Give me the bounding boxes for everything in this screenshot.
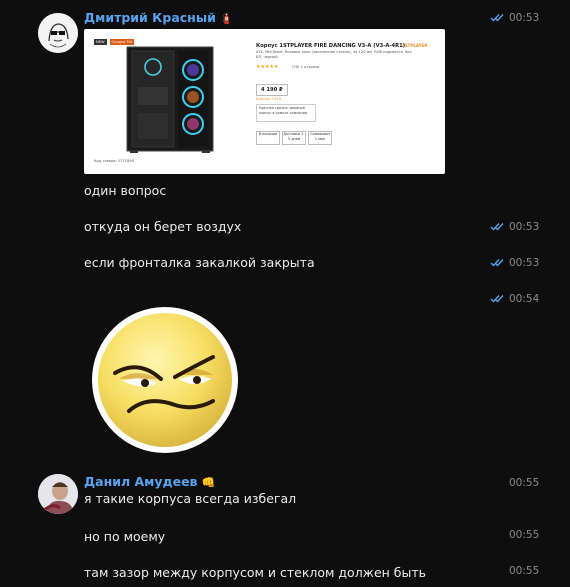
message-text: я такие корпуса всегда избегал (84, 491, 297, 506)
user-photo-icon (38, 474, 78, 514)
message-time: 00:55 (509, 529, 540, 541)
message-time: 00:53 (509, 221, 540, 233)
sender-name[interactable]: Дмитрий Красный 🧯 (84, 10, 234, 25)
preview-product-desc: ATX, Mid-Tower, боковое окно (закаленное… (256, 50, 412, 59)
message-time: 00:53 (509, 12, 540, 24)
message-text: там зазор между корпусом и стеклом долже… (84, 565, 427, 580)
preview-box-pickup: Самовывоз 1 мин (308, 131, 332, 145)
message-text: но по моему (84, 529, 166, 544)
badge-new: NEW (94, 39, 107, 45)
double-check-icon (490, 295, 504, 303)
message-time: 00:53 (509, 257, 540, 269)
message-text: если фронталка закалкой закрыта (84, 255, 315, 270)
message-time: 00:55 (509, 565, 540, 577)
message-time: 00:55 (509, 477, 540, 489)
message-time: 00:54 (509, 293, 540, 305)
preview-brand: 1STPLAYER (402, 43, 428, 48)
fist-emoji: 👊 (201, 476, 216, 489)
preview-box-stock: В наличии (256, 131, 280, 145)
avatar-danil[interactable] (38, 474, 78, 514)
meme-face-icon (38, 13, 78, 53)
double-check-icon (490, 223, 504, 231)
double-check-icon (490, 259, 504, 267)
message-text: откуда он берет воздух (84, 219, 242, 234)
preview-rating: ★★★★★ (256, 64, 279, 70)
preview-price: 4 190 ₽ (256, 84, 288, 96)
angry-smiley-sticker-icon[interactable] (85, 305, 245, 455)
sender-name[interactable]: Данил Амудеев 👊 (84, 474, 215, 489)
pc-case-image-icon (126, 46, 214, 153)
preview-reviews: (96) 2 отзывов (292, 65, 320, 69)
preview-product-title: Корпус 1STPLAYER FIRE DANCING V3-A (V3-A… (256, 43, 406, 49)
fire-extinguisher-emoji: 🧯 (219, 12, 234, 25)
avatar-dmitriy[interactable] (38, 13, 78, 53)
preview-bonus: Бонусы +419 (256, 97, 281, 101)
preview-note: Удачная сделка: двойной корпус в рамках … (256, 104, 316, 122)
message-text: один вопрос (84, 183, 167, 198)
preview-box-delivery: Доставка 2-5 дней (282, 131, 306, 145)
double-check-icon (490, 14, 504, 22)
preview-product-code: Код товара: 1771858 (94, 159, 134, 163)
link-preview-image[interactable]: NEW Скидка 5% Код товара: 1771858 Корпус… (84, 29, 445, 174)
